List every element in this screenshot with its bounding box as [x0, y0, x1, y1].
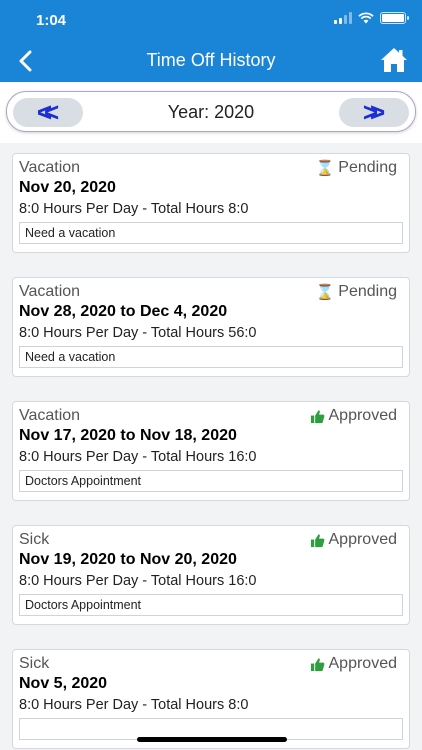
request-card[interactable]: Vacation Approved Nov 17, 2020 to Nov 18… [12, 401, 410, 501]
request-card[interactable]: Vacation ⌛ Pending Nov 20, 2020 8:0 Hour… [12, 153, 410, 253]
next-year-button[interactable]: >> [339, 97, 409, 127]
request-note: Need a vacation [19, 346, 403, 368]
status-time: 1:04 [36, 12, 67, 29]
thumbs-up-icon [310, 657, 324, 671]
status-badge: ⌛ Pending [316, 283, 397, 301]
home-indicator [137, 737, 287, 742]
page-title: Time Off History [146, 50, 276, 70]
thumbs-up-icon [310, 409, 324, 423]
list-item[interactable]: Vacation Approved Nov 17, 2020 to Nov 18… [0, 391, 422, 515]
request-dates: Nov 20, 2020 [19, 179, 116, 196]
status-label: Approved [328, 655, 398, 672]
request-hours: 8:0 Hours Per Day - Total Hours 8:0 [19, 201, 249, 217]
battery-icon [380, 12, 409, 24]
year-selector: << Year: 2020 >> [6, 91, 416, 132]
request-card[interactable]: Sick Approved Nov 19, 2020 to Nov 20, 20… [12, 525, 410, 625]
status-badge: ⌛ Pending [316, 159, 397, 177]
status-badge: Approved [310, 531, 398, 549]
hourglass-icon: ⌛ [315, 284, 335, 301]
thumbs-up-icon [310, 533, 324, 547]
status-label: Pending [338, 159, 397, 176]
request-card[interactable]: Sick Approved Nov 5, 2020 8:0 Hours Per … [12, 649, 410, 749]
hourglass-icon: ⌛ [315, 160, 335, 177]
list-item[interactable]: Sick Approved Nov 5, 2020 8:0 Hours Per … [0, 639, 422, 750]
wifi-icon [358, 12, 374, 24]
request-hours: 8:0 Hours Per Day - Total Hours 16:0 [19, 573, 257, 589]
status-icons [334, 12, 409, 24]
request-hours: 8:0 Hours Per Day - Total Hours 56:0 [19, 325, 257, 341]
request-note: Need a vacation [19, 222, 403, 244]
request-note: Doctors Appointment [19, 594, 403, 616]
time-off-list: Vacation ⌛ Pending Nov 20, 2020 8:0 Hour… [0, 143, 422, 750]
request-hours: 8:0 Hours Per Day - Total Hours 8:0 [19, 697, 249, 713]
request-dates: Nov 5, 2020 [19, 675, 108, 692]
list-item[interactable]: Sick Approved Nov 19, 2020 to Nov 20, 20… [0, 515, 422, 639]
request-note: Doctors Appointment [19, 470, 403, 492]
request-dates: Nov 28, 2020 to Dec 4, 2020 [19, 303, 228, 320]
list-item[interactable]: Vacation ⌛ Pending Nov 20, 2020 8:0 Hour… [0, 143, 422, 267]
home-icon [381, 48, 407, 72]
status-badge: Approved [310, 655, 398, 673]
request-hours: 8:0 Hours Per Day - Total Hours 16:0 [19, 449, 257, 465]
status-label: Pending [338, 283, 397, 300]
request-dates: Nov 17, 2020 to Nov 18, 2020 [19, 427, 237, 444]
cellular-signal-icon [334, 12, 352, 24]
status-label: Approved [328, 531, 398, 548]
request-card[interactable]: Vacation ⌛ Pending Nov 28, 2020 to Dec 4… [12, 277, 410, 377]
list-item[interactable]: Vacation ⌛ Pending Nov 28, 2020 to Dec 4… [0, 267, 422, 391]
home-button[interactable] [380, 46, 408, 74]
status-badge: Approved [310, 407, 398, 425]
app-header: 1:04 Time Off History [0, 0, 422, 82]
request-dates: Nov 19, 2020 to Nov 20, 2020 [19, 551, 237, 568]
status-label: Approved [328, 407, 398, 424]
